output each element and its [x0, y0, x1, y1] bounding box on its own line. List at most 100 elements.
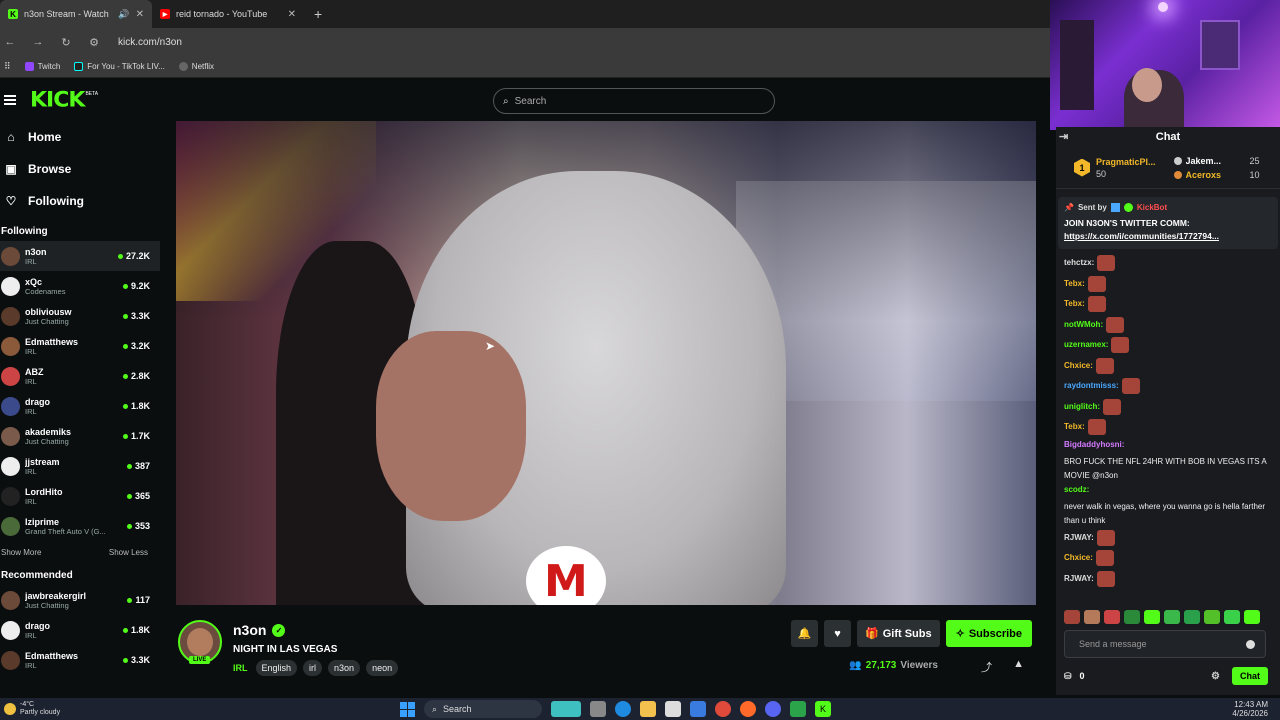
chat-username[interactable]: raydontmisss:: [1064, 379, 1119, 393]
chat-username[interactable]: notWMoh:: [1064, 318, 1103, 332]
chat-username[interactable]: Bigdaddyhosni:: [1064, 438, 1124, 452]
follow-button[interactable]: ♥: [824, 620, 851, 647]
chat-username[interactable]: Tebx:: [1064, 297, 1085, 311]
channel-item[interactable]: Iziprime Grand Theft Auto V (G... 353: [0, 511, 160, 541]
subscribe-button[interactable]: ✧ Subscribe: [945, 620, 1032, 647]
nav-home[interactable]: ⌂ Home: [0, 121, 160, 153]
emote-icon[interactable]: [1084, 610, 1100, 624]
streamer-name[interactable]: n3on: [233, 622, 266, 638]
emote-icon[interactable]: [1184, 610, 1200, 624]
store-icon[interactable]: [665, 701, 681, 717]
channel-item[interactable]: jawbreakergirl Just Chatting 117: [0, 585, 160, 615]
edge-icon[interactable]: [615, 701, 631, 717]
pinned-link[interactable]: https://x.com/i/communities/1772794...: [1064, 230, 1272, 243]
app-icon[interactable]: [740, 701, 756, 717]
bookmark-tiktok[interactable]: For You - TikTok LIV...: [74, 62, 165, 71]
windows-start-icon[interactable]: [400, 701, 415, 717]
emoji-icon[interactable]: [1246, 640, 1255, 649]
nav-following[interactable]: ♡ Following: [0, 185, 160, 217]
file-explorer-icon[interactable]: [640, 701, 656, 717]
kick-logo[interactable]: KICK: [30, 88, 85, 112]
weather-widget[interactable]: -4°C Partly cloudy: [0, 701, 120, 717]
chat-username[interactable]: Chxice:: [1064, 551, 1093, 565]
tag[interactable]: neon: [366, 660, 399, 676]
points-icon[interactable]: ⛁: [1064, 671, 1072, 682]
bookmark-twitch[interactable]: Twitch: [24, 62, 60, 71]
chrome-icon[interactable]: [715, 701, 731, 717]
chat-username[interactable]: Chxice:: [1064, 359, 1093, 373]
apps-icon[interactable]: ⠿: [4, 61, 11, 72]
menu-icon[interactable]: [4, 95, 16, 105]
channel-item[interactable]: Edmatthews IRL 3.3K: [0, 645, 160, 675]
channel-item[interactable]: drago IRL 1.8K: [0, 615, 160, 645]
emote-icon[interactable]: [1164, 610, 1180, 624]
leader-row[interactable]: Jakem... 25: [1173, 156, 1260, 166]
emote-icon[interactable]: [1124, 610, 1140, 624]
settings-icon[interactable]: ⚙: [1211, 671, 1220, 682]
task-view-icon[interactable]: [590, 701, 606, 717]
chat-username[interactable]: Tebx:: [1064, 420, 1085, 434]
widget-icon[interactable]: [551, 701, 581, 717]
pinned-sender-name[interactable]: KickBot: [1137, 203, 1167, 212]
emote-icon[interactable]: [1144, 610, 1160, 624]
report-icon[interactable]: ▲: [1013, 658, 1024, 670]
channel-item[interactable]: jjstream IRL 387: [0, 451, 160, 481]
emote-icon[interactable]: [1064, 610, 1080, 624]
channel-item[interactable]: drago IRL 1.8K: [0, 391, 160, 421]
new-tab-button[interactable]: +: [304, 0, 332, 28]
share-icon[interactable]: ⤴: [981, 659, 992, 675]
site-info-icon[interactable]: ⚙: [86, 36, 102, 49]
tag[interactable]: n3on: [328, 660, 361, 676]
collapse-chat-icon[interactable]: ⇥: [1059, 130, 1068, 143]
tab-kick[interactable]: K n3on Stream - Watch Live o 🔊 ✕: [0, 0, 152, 28]
emote-icon[interactable]: [1104, 610, 1120, 624]
chat-username[interactable]: uniglitch:: [1064, 400, 1100, 414]
tag[interactable]: English: [255, 660, 298, 676]
show-less-link[interactable]: Show Less: [109, 541, 148, 565]
leaderboard-top[interactable]: PragmaticPl... 50: [1096, 157, 1156, 179]
chat-username[interactable]: RJWAY:: [1064, 572, 1094, 586]
forward-icon[interactable]: →: [30, 36, 46, 48]
mail-icon[interactable]: [690, 701, 706, 717]
emote-icon: [1111, 337, 1130, 354]
taskbar-search[interactable]: ⌕ Search: [424, 700, 542, 718]
speaker-icon[interactable]: 🔊: [118, 9, 129, 20]
reload-icon[interactable]: ↻: [58, 36, 74, 49]
url-field[interactable]: kick.com/n3on: [118, 37, 182, 48]
chat-username[interactable]: tehctzx:: [1064, 256, 1094, 270]
gift-subs-button[interactable]: 🎁 Gift Subs: [857, 620, 940, 647]
tag[interactable]: irl: [303, 660, 323, 676]
back-icon[interactable]: ←: [2, 36, 18, 48]
channel-item[interactable]: n3on IRL 27.2K: [0, 241, 160, 271]
emote-icon[interactable]: [1244, 610, 1260, 624]
channel-item[interactable]: obliviousw Just Chatting 3.3K: [0, 301, 160, 331]
chat-send-button[interactable]: Chat: [1232, 667, 1268, 685]
discord-icon[interactable]: [765, 701, 781, 717]
xbox-icon[interactable]: [790, 701, 806, 717]
search-input[interactable]: ⌕ Search: [493, 88, 775, 114]
channel-item[interactable]: ABZ IRL 2.8K: [0, 361, 160, 391]
system-clock[interactable]: 12:43 AM 4/26/2026: [1232, 700, 1268, 718]
emote-icon[interactable]: [1224, 610, 1240, 624]
category-link[interactable]: IRL: [233, 663, 248, 673]
close-tab-icon[interactable]: ✕: [136, 9, 144, 20]
show-more-link[interactable]: Show More: [1, 541, 41, 565]
close-tab-icon[interactable]: ✕: [288, 9, 296, 20]
chat-username[interactable]: Tebx:: [1064, 277, 1085, 291]
kick-app-icon[interactable]: K: [815, 701, 831, 717]
bookmark-netflix[interactable]: Netflix: [178, 62, 214, 71]
channel-item[interactable]: akademiks Just Chatting 1.7K: [0, 421, 160, 451]
emote-icon[interactable]: [1204, 610, 1220, 624]
notification-button[interactable]: 🔔: [791, 620, 818, 647]
leader-row[interactable]: Aceroxs 10: [1173, 170, 1260, 180]
channel-item[interactable]: Edmatthews IRL 3.2K: [0, 331, 160, 361]
nav-browse[interactable]: ▣ Browse: [0, 153, 160, 185]
chat-username[interactable]: uzernamex:: [1064, 338, 1108, 352]
tab-youtube[interactable]: ▶ reid tornado - YouTube ✕: [152, 0, 304, 28]
channel-item[interactable]: xQc Codenames 9.2K: [0, 271, 160, 301]
chat-input[interactable]: Send a message: [1064, 630, 1266, 658]
chat-username[interactable]: scodz:: [1064, 483, 1089, 497]
video-player[interactable]: M ➤: [176, 121, 1036, 605]
chat-username[interactable]: RJWAY:: [1064, 531, 1094, 545]
channel-item[interactable]: LordHito IRL 365: [0, 481, 160, 511]
